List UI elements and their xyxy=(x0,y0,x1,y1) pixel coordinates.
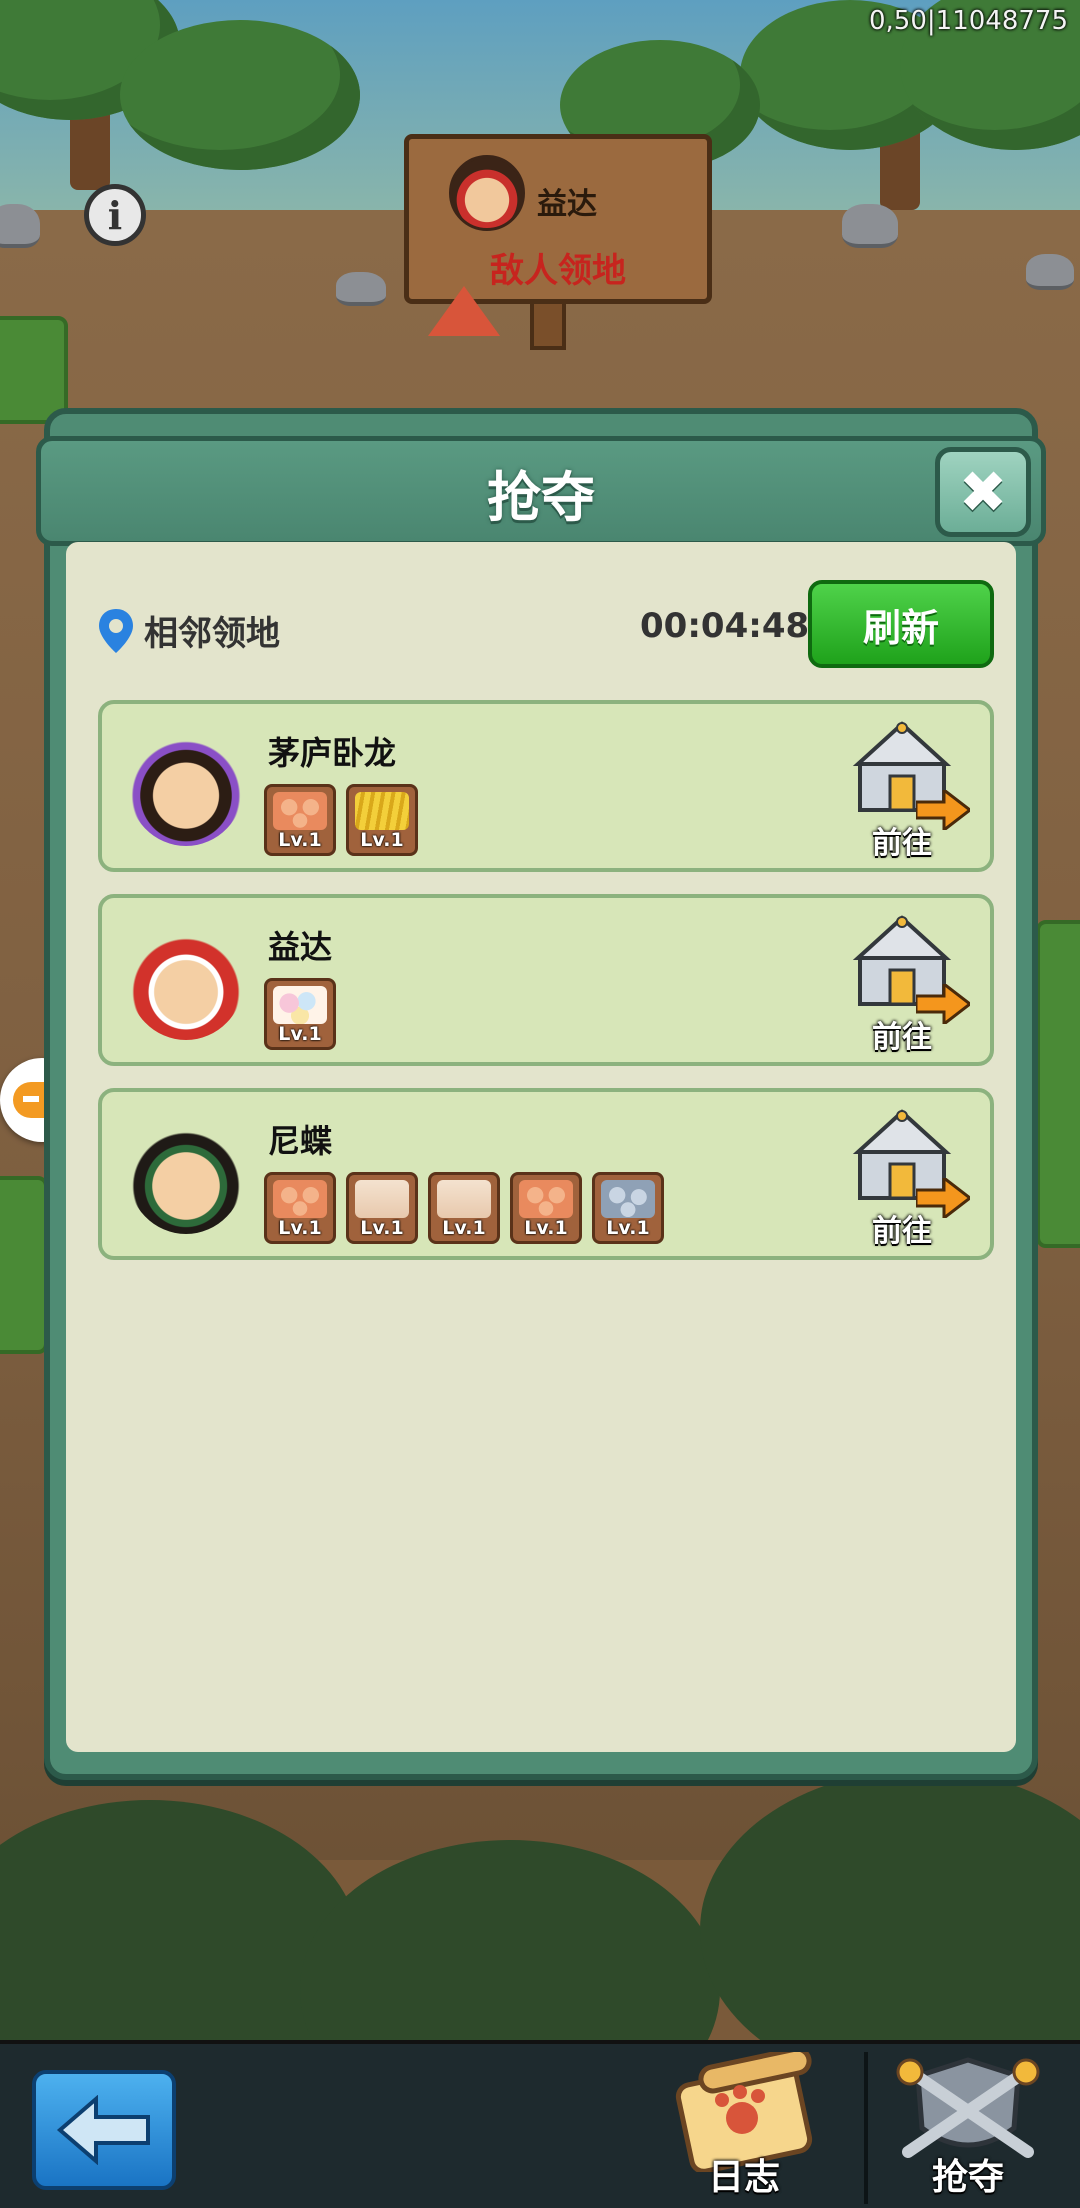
enemy-avatar xyxy=(449,155,525,231)
meat-resource-icon: Lv.1 xyxy=(510,1172,582,1244)
map-marker-arrow-icon xyxy=(428,286,500,336)
hero-avatar xyxy=(128,920,244,1040)
target-card: 尼蝶 Lv.1 Lv.1 Lv.1 Lv.1 Lv.1 前往 xyxy=(98,1088,994,1260)
close-button[interactable]: ✖ xyxy=(935,447,1031,537)
log-label: 日志 xyxy=(707,2157,780,2198)
location-row: 相邻领地 xyxy=(96,606,280,655)
rock xyxy=(842,204,898,248)
grass-tile xyxy=(1036,920,1080,1248)
target-card: 益达 Lv.1 前往 xyxy=(98,894,994,1066)
goto-label: 前往 xyxy=(872,1020,932,1055)
hero-avatar xyxy=(128,1114,244,1234)
plunder-dialog: 抢夺 ✖ 相邻领地 00:04:48 刷新 茅庐卧龙 Lv.1 Lv.1 前往 … xyxy=(36,408,1046,1780)
resource-level: Lv.1 xyxy=(278,1217,322,1239)
dialog-title: 抢夺 xyxy=(487,466,595,529)
bushes xyxy=(0,1770,1080,2140)
rock xyxy=(0,204,40,248)
tree xyxy=(120,20,360,170)
server-info-text: 0,50|11048775 xyxy=(869,6,1068,36)
refresh-button[interactable]: 刷新 xyxy=(808,580,994,668)
location-pin-icon xyxy=(96,607,136,655)
location-label: 相邻领地 xyxy=(144,614,280,654)
resource-level: Lv.1 xyxy=(606,1217,650,1239)
resource-level: Lv.1 xyxy=(360,1217,404,1239)
plunder-tab-label: 抢夺 xyxy=(931,2157,1004,2198)
meat-resource-icon: Lv.1 xyxy=(264,1172,336,1244)
goto-button[interactable]: 前往 xyxy=(838,1104,970,1250)
target-name: 茅庐卧龙 xyxy=(268,734,397,772)
dialog-header: 抢夺 ✖ xyxy=(36,436,1046,546)
enemy-territory-title: 敌人领地 xyxy=(490,251,626,291)
back-button[interactable] xyxy=(32,2070,176,2190)
enemy-name: 益达 xyxy=(537,187,597,222)
goto-label: 前往 xyxy=(872,1214,932,1249)
grass-tile xyxy=(0,1176,48,1354)
resource-level: Lv.1 xyxy=(360,829,404,851)
grain-resource-icon: Lv.1 xyxy=(346,784,418,856)
cloth-resource-icon: Lv.1 xyxy=(428,1172,500,1244)
meat-resource-icon: Lv.1 xyxy=(264,784,336,856)
resource-level: Lv.1 xyxy=(278,829,322,851)
sign-post xyxy=(530,298,566,350)
goto-button[interactable]: 前往 xyxy=(838,716,970,862)
info-button[interactable]: i xyxy=(84,184,146,246)
info-icon: i xyxy=(107,192,123,238)
arrow-left-icon xyxy=(56,2095,150,2165)
plunder-tab-button[interactable]: 抢夺 xyxy=(864,2052,1068,2204)
goto-button[interactable]: 前往 xyxy=(838,910,970,1056)
target-card: 茅庐卧龙 Lv.1 Lv.1 前往 xyxy=(98,700,994,872)
target-name: 益达 xyxy=(268,928,333,966)
log-button[interactable]: 日志 xyxy=(656,2046,832,2204)
egg-resource-icon: Lv.1 xyxy=(264,978,336,1050)
rock xyxy=(1026,254,1074,290)
resource-list: Lv.1 xyxy=(264,978,336,1050)
dialog-body: 相邻领地 00:04:48 刷新 茅庐卧龙 Lv.1 Lv.1 前往 益达 Lv… xyxy=(66,542,1016,1752)
resource-list: Lv.1 Lv.1 xyxy=(264,784,418,856)
close-icon: ✖ xyxy=(958,458,1008,526)
resource-level: Lv.1 xyxy=(278,1023,322,1045)
bottom-toolbar: 日志 抢夺 xyxy=(0,2040,1080,2208)
resource-level: Lv.1 xyxy=(524,1217,568,1239)
grass-tile xyxy=(0,316,68,424)
resource-level: Lv.1 xyxy=(442,1217,486,1239)
hero-avatar xyxy=(128,726,244,846)
resource-list: Lv.1 Lv.1 Lv.1 Lv.1 Lv.1 xyxy=(264,1172,664,1244)
rock xyxy=(336,272,386,306)
refresh-countdown: 00:04:48 xyxy=(640,606,810,646)
cloth-resource-icon: Lv.1 xyxy=(346,1172,418,1244)
goto-label: 前往 xyxy=(872,826,932,861)
enemy-territory-sign[interactable]: 益达 敌人领地 xyxy=(404,134,712,304)
target-name: 尼蝶 xyxy=(268,1122,333,1160)
stone-resource-icon: Lv.1 xyxy=(592,1172,664,1244)
